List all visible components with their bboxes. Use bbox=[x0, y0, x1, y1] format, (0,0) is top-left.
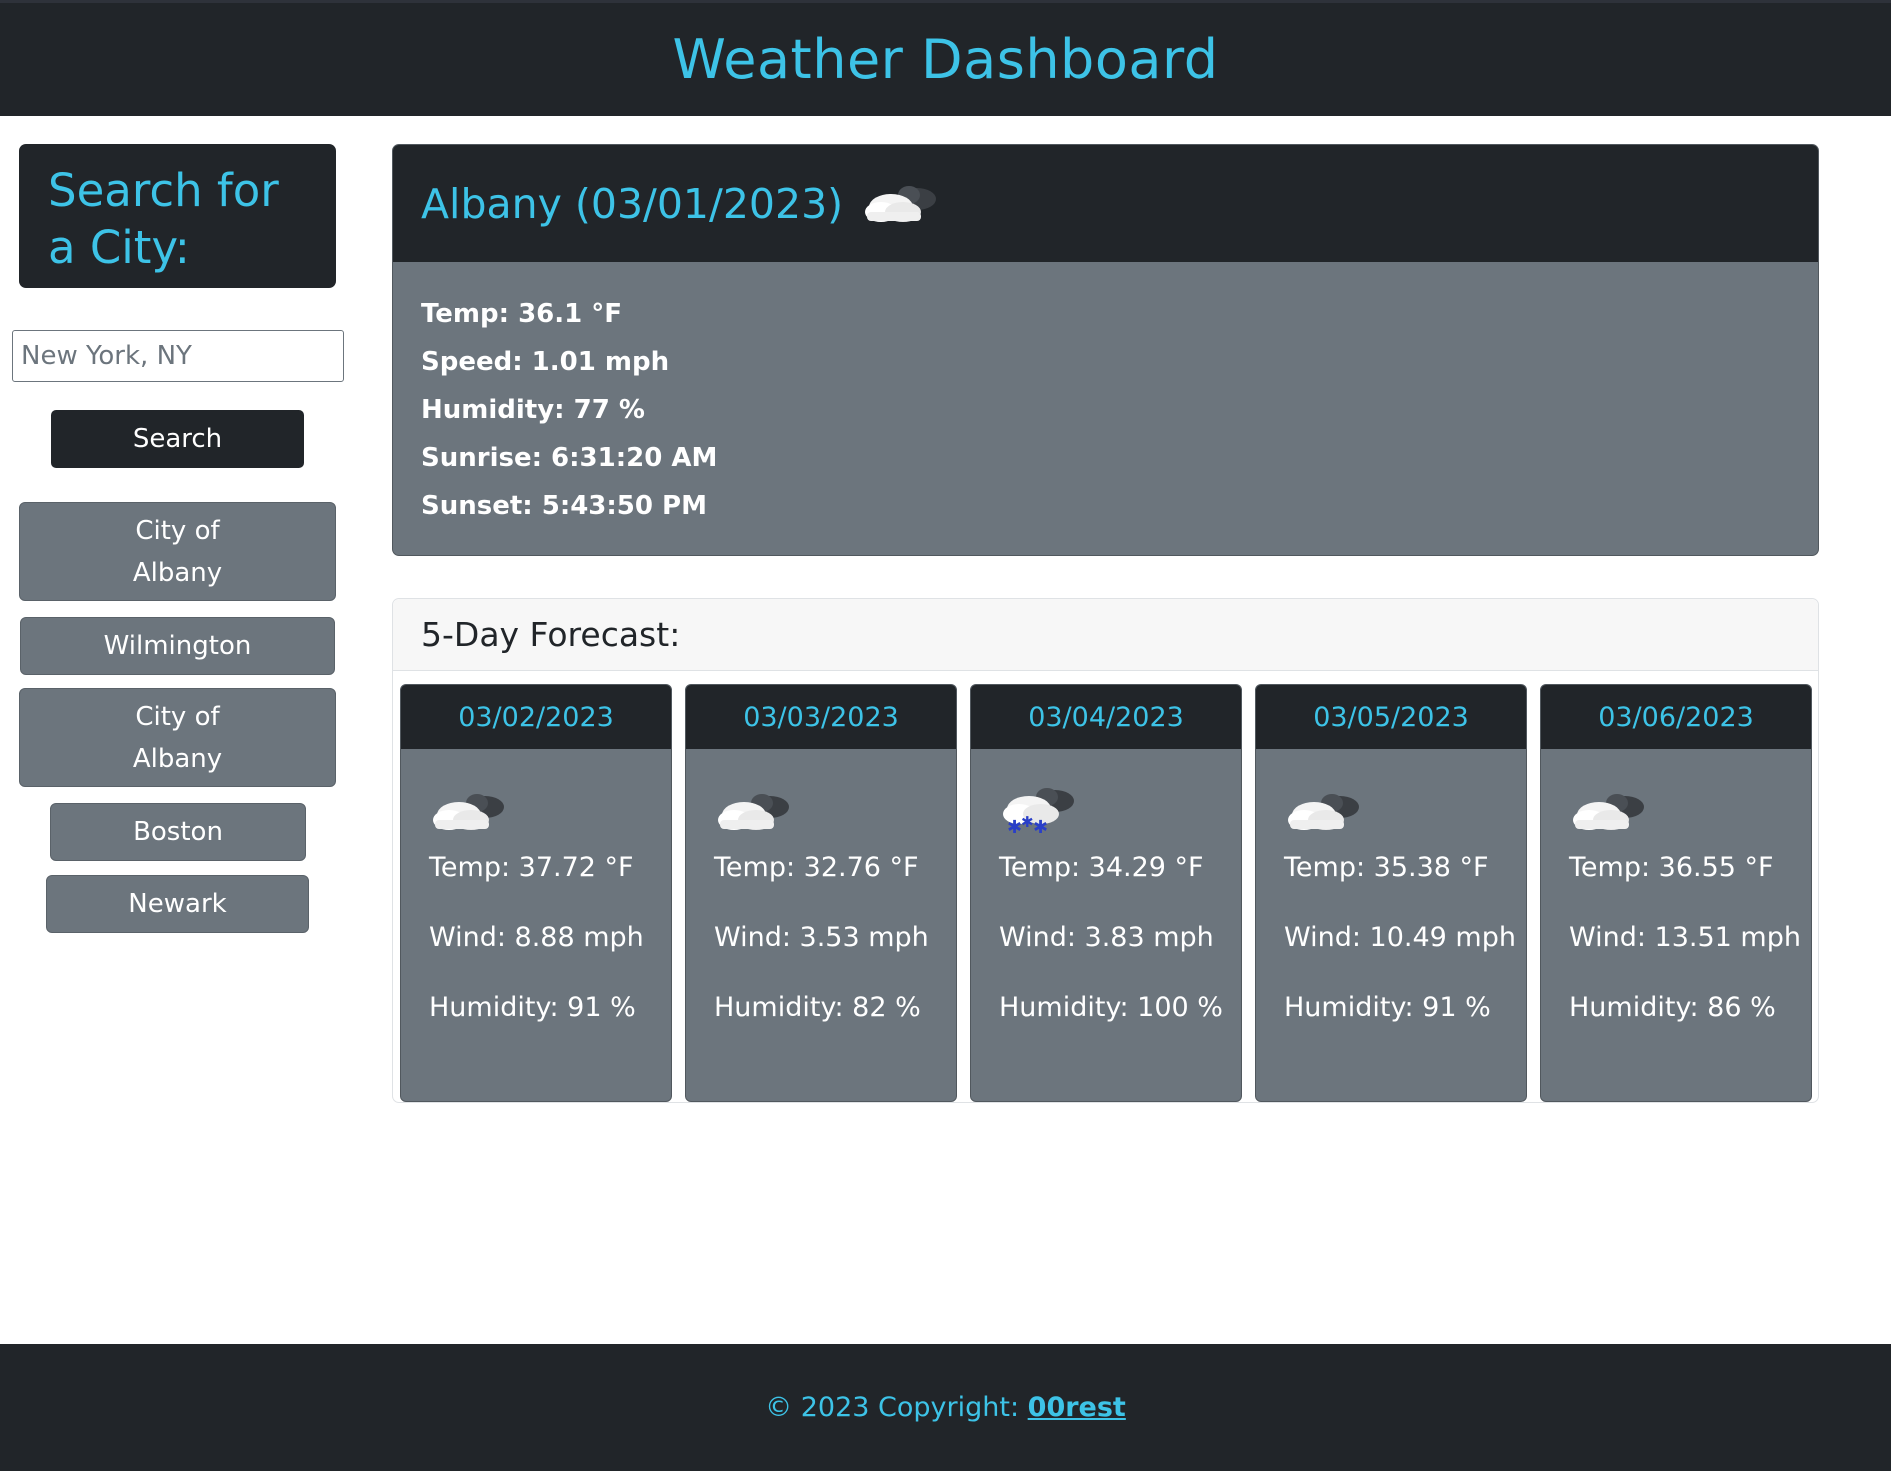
page-header: Weather Dashboard bbox=[0, 0, 1891, 116]
forecast-temp: Temp: 32.76 °F bbox=[714, 852, 919, 883]
forecast-day-header: 03/03/2023 bbox=[686, 685, 956, 749]
forecast-date: 03/06/2023 bbox=[1598, 701, 1754, 733]
svg-text:✱: ✱ bbox=[1033, 817, 1048, 833]
forecast-day-card: 03/06/2023 Temp: 36.55 °F Wind: 13.51 mp… bbox=[1540, 684, 1812, 1102]
forecast-date: 03/04/2023 bbox=[1028, 701, 1184, 733]
forecast-day-card: 03/04/2023 ✱ ✱ ✱ Temp: 34.29 °F Wind: 3.… bbox=[970, 684, 1242, 1102]
search-button[interactable]: Search bbox=[51, 410, 304, 468]
cloudy-icon bbox=[861, 179, 939, 229]
author-link[interactable]: 00rest bbox=[1028, 1392, 1126, 1423]
current-weather-body: Temp: 36.1 °F Speed: 1.01 mph Humidity: … bbox=[393, 262, 1818, 530]
svg-text:✱: ✱ bbox=[1007, 817, 1022, 833]
forecast-day-header: 03/02/2023 bbox=[401, 685, 671, 749]
history-button-city-of-albany-2[interactable]: City of Albany bbox=[19, 688, 336, 787]
forecast-day-header: 03/06/2023 bbox=[1541, 685, 1811, 749]
forecast-wind: Wind: 13.51 mph bbox=[1569, 922, 1801, 953]
forecast-heading: 5-Day Forecast: bbox=[421, 615, 681, 654]
history-button-label: Newark bbox=[128, 889, 227, 919]
current-humidity: Humidity: 77 % bbox=[421, 395, 645, 425]
forecast-header: 5-Day Forecast: bbox=[393, 599, 1818, 671]
forecast-day-card: 03/03/2023 Temp: 32.76 °F Wind: 3.53 mph bbox=[685, 684, 957, 1102]
forecast-day-body: Temp: 36.55 °F Wind: 13.51 mph Humidity:… bbox=[1541, 749, 1811, 1043]
history-button-label-line: City of bbox=[135, 701, 220, 732]
forecast-wind: Wind: 8.88 mph bbox=[429, 922, 644, 953]
copyright-prefix: © 2023 Copyright: bbox=[765, 1392, 1028, 1423]
current-weather-card: Albany (03/01/2023) Temp: 36.1 °F Speed:… bbox=[392, 144, 1819, 556]
search-heading-box: Search for a City: bbox=[19, 144, 336, 288]
history-button-wilmington[interactable]: Wilmington bbox=[20, 617, 335, 675]
forecast-day-body: ✱ ✱ ✱ Temp: 34.29 °F Wind: 3.83 mph Humi… bbox=[971, 749, 1241, 1043]
forecast-wind: Wind: 3.53 mph bbox=[714, 922, 929, 953]
forecast-humidity: Humidity: 91 % bbox=[429, 992, 636, 1023]
history-button-label: Boston bbox=[133, 817, 223, 847]
forecast-humidity: Humidity: 100 % bbox=[999, 992, 1223, 1023]
history-button-label-line: City of bbox=[135, 515, 220, 546]
forecast-temp: Temp: 35.38 °F bbox=[1284, 852, 1489, 883]
city-search-input[interactable] bbox=[12, 330, 344, 382]
history-button-newark[interactable]: Newark bbox=[46, 875, 309, 933]
forecast-day-body: Temp: 32.76 °F Wind: 3.53 mph Humidity: … bbox=[686, 749, 956, 1043]
forecast-day-card: 03/02/2023 Temp: 37.72 °F Wind: 8.88 mph bbox=[400, 684, 672, 1102]
history-button-city-of-albany[interactable]: City of Albany bbox=[19, 502, 336, 601]
current-weather-header: Albany (03/01/2023) bbox=[393, 145, 1818, 262]
forecast-wind: Wind: 3.83 mph bbox=[999, 922, 1214, 953]
page-footer: © 2023 Copyright: 00rest bbox=[0, 1344, 1891, 1471]
current-city-title: Albany (03/01/2023) bbox=[421, 179, 844, 228]
history-button-label-line: Albany bbox=[132, 743, 223, 774]
current-temp: Temp: 36.1 °F bbox=[421, 299, 623, 329]
forecast-date: 03/05/2023 bbox=[1313, 701, 1469, 733]
forecast-temp: Temp: 34.29 °F bbox=[999, 852, 1204, 883]
history-button-boston[interactable]: Boston bbox=[50, 803, 306, 861]
current-wind-speed: Speed: 1.01 mph bbox=[421, 347, 670, 377]
forecast-day-card: 03/05/2023 Temp: 35.38 °F Wind: 10.49 mp… bbox=[1255, 684, 1527, 1102]
forecast-wind: Wind: 10.49 mph bbox=[1284, 922, 1516, 953]
current-sunrise: Sunrise: 6:31:20 AM bbox=[421, 443, 718, 473]
page-title: Weather Dashboard bbox=[672, 28, 1219, 91]
forecast-temp: Temp: 36.55 °F bbox=[1569, 852, 1774, 883]
forecast-date: 03/02/2023 bbox=[458, 701, 614, 733]
forecast-humidity: Humidity: 82 % bbox=[714, 992, 921, 1023]
current-sunset: Sunset: 5:43:50 PM bbox=[421, 491, 707, 521]
forecast-day-header: 03/04/2023 bbox=[971, 685, 1241, 749]
forecast-humidity: Humidity: 91 % bbox=[1284, 992, 1491, 1023]
forecast-section: 5-Day Forecast: 03/02/2023 Temp: 37.72 °… bbox=[392, 598, 1819, 1103]
copyright-text: © 2023 Copyright: 00rest bbox=[765, 1392, 1126, 1423]
history-button-label: Wilmington bbox=[103, 631, 252, 661]
forecast-temp: Temp: 37.72 °F bbox=[429, 852, 634, 883]
forecast-day-body: Temp: 37.72 °F Wind: 8.88 mph Humidity: … bbox=[401, 749, 671, 1043]
forecast-date: 03/03/2023 bbox=[743, 701, 899, 733]
forecast-day-body: Temp: 35.38 °F Wind: 10.49 mph Humidity:… bbox=[1256, 749, 1526, 1043]
search-heading: Search for a City: bbox=[48, 164, 279, 274]
forecast-day-header: 03/05/2023 bbox=[1256, 685, 1526, 749]
svg-text:✱: ✱ bbox=[1021, 813, 1034, 831]
history-button-label-line: Albany bbox=[132, 557, 223, 588]
forecast-humidity: Humidity: 86 % bbox=[1569, 992, 1776, 1023]
